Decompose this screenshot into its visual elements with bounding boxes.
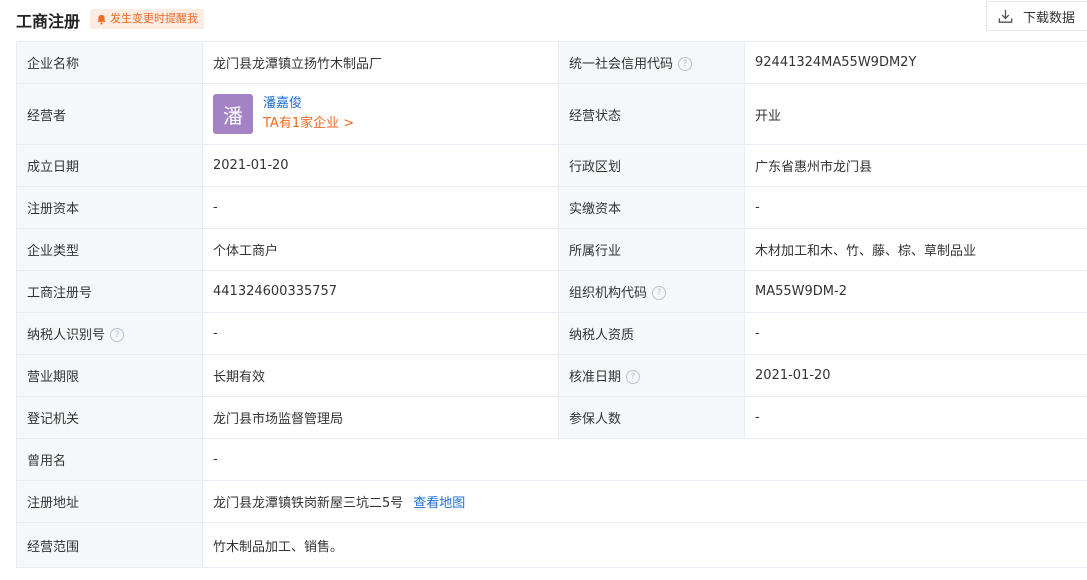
avatar[interactable]: 潘 — [213, 94, 253, 134]
value-registration-authority: 龙门县市场监督管理局 — [202, 396, 559, 439]
label-industry: 所属行业 — [558, 228, 745, 271]
label-approval-date: 核准日期? — [558, 354, 745, 397]
value-company-type: 个体工商户 — [202, 228, 559, 271]
label-operator: 经营者 — [16, 83, 203, 145]
value-company-name: 龙门县龙潭镇立扬竹木制品厂 — [202, 41, 559, 84]
label-company-type: 企业类型 — [16, 228, 203, 271]
table-row: 登记机关 龙门县市场监督管理局 参保人数 - — [16, 396, 1087, 439]
change-reminder-label: 发生变更时提醒我 — [110, 12, 198, 25]
value-operator: 潘 潘嘉俊 TA有1家企业 > — [202, 83, 559, 145]
registered-address-text: 龙门县龙潭镇铁岗新屋三坑二5号 — [213, 496, 404, 511]
label-credit-code-text: 统一社会信用代码 — [569, 57, 674, 72]
value-status: 开业 — [744, 83, 1087, 145]
label-credit-code: 统一社会信用代码? — [558, 41, 745, 84]
label-taxpayer-qualification: 纳税人资质 — [558, 312, 745, 355]
label-insured-count: 参保人数 — [558, 396, 745, 439]
label-registered-address: 注册地址 — [16, 480, 203, 523]
label-status: 经营状态 — [558, 83, 745, 145]
table-row: 企业名称 龙门县龙潭镇立扬竹木制品厂 统一社会信用代码? 92441324MA5… — [16, 41, 1087, 84]
value-former-name: - — [202, 438, 1087, 481]
registration-table: 企业名称 龙门县龙潭镇立扬竹木制品厂 统一社会信用代码? 92441324MA5… — [16, 41, 1087, 568]
label-org-code-text: 组织机构代码 — [569, 286, 648, 301]
table-row: 企业类型 个体工商户 所属行业 木材加工和木、竹、藤、棕、草制品业 — [16, 228, 1087, 271]
download-data-button[interactable]: 下载数据 — [986, 1, 1087, 31]
value-registered-capital: - — [202, 186, 559, 229]
help-icon[interactable]: ? — [110, 327, 125, 342]
label-registered-capital: 注册资本 — [16, 186, 203, 229]
operator-name-link[interactable]: 潘嘉俊 — [263, 94, 354, 114]
help-icon[interactable]: ? — [652, 285, 667, 300]
value-founded-date: 2021-01-20 — [202, 144, 559, 187]
help-icon[interactable]: ? — [678, 56, 693, 71]
label-former-name: 曾用名 — [16, 438, 203, 481]
change-reminder-button[interactable]: 发生变更时提醒我 — [90, 9, 204, 29]
label-paid-capital: 实缴资本 — [558, 186, 745, 229]
section-header: 工商注册 发生变更时提醒我 下载数据 — [0, 0, 1087, 38]
label-founded-date: 成立日期 — [16, 144, 203, 187]
table-row: 注册资本 - 实缴资本 - — [16, 186, 1087, 229]
bell-icon — [97, 14, 106, 24]
value-registered-address: 龙门县龙潭镇铁岗新屋三坑二5号 查看地图 — [202, 480, 1087, 523]
label-business-scope: 经营范围 — [16, 522, 203, 568]
download-icon — [998, 9, 1013, 23]
value-business-term: 长期有效 — [202, 354, 559, 397]
value-paid-capital: - — [744, 186, 1087, 229]
value-org-code: MA55W9DM-2 — [744, 270, 1087, 313]
table-row: 营业期限 长期有效 核准日期? 2021-01-20 — [16, 354, 1087, 397]
operator-info: 潘 潘嘉俊 TA有1家企业 > — [213, 94, 548, 134]
label-org-code: 组织机构代码? — [558, 270, 745, 313]
label-admin-region: 行政区划 — [558, 144, 745, 187]
table-row: 经营者 潘 潘嘉俊 TA有1家企业 > 经营状态 开业 — [16, 83, 1087, 145]
table-row: 纳税人识别号? - 纳税人资质 - — [16, 312, 1087, 355]
table-row: 注册地址 龙门县龙潭镇铁岗新屋三坑二5号 查看地图 — [16, 480, 1087, 523]
label-business-term: 营业期限 — [16, 354, 203, 397]
label-company-name: 企业名称 — [16, 41, 203, 84]
value-approval-date: 2021-01-20 — [744, 354, 1087, 397]
label-taxpayer-id: 纳税人识别号? — [16, 312, 203, 355]
label-taxpayer-id-text: 纳税人识别号 — [27, 328, 106, 343]
section-title: 工商注册 — [16, 12, 81, 31]
table-row: 曾用名 - — [16, 438, 1087, 481]
table-row: 成立日期 2021-01-20 行政区划 广东省惠州市龙门县 — [16, 144, 1087, 187]
table-row: 经营范围 竹木制品加工、销售。 — [16, 522, 1087, 568]
download-data-label: 下载数据 — [1023, 10, 1076, 26]
value-business-scope: 竹木制品加工、销售。 — [202, 522, 1087, 568]
label-registration-authority: 登记机关 — [16, 396, 203, 439]
value-admin-region: 广东省惠州市龙门县 — [744, 144, 1087, 187]
value-insured-count: - — [744, 396, 1087, 439]
operator-companies-link[interactable]: TA有1家企业 > — [263, 114, 354, 134]
value-taxpayer-id: - — [202, 312, 559, 355]
value-registration-number: 441324600335757 — [202, 270, 559, 313]
value-credit-code: 92441324MA55W9DM2Y — [744, 41, 1087, 84]
value-taxpayer-qualification: - — [744, 312, 1087, 355]
view-map-link[interactable]: 查看地图 — [413, 496, 465, 511]
help-icon[interactable]: ? — [626, 369, 641, 384]
table-row: 工商注册号 441324600335757 组织机构代码? MA55W9DM-2 — [16, 270, 1087, 313]
label-registration-number: 工商注册号 — [16, 270, 203, 313]
label-approval-date-text: 核准日期 — [569, 370, 622, 385]
value-industry: 木材加工和木、竹、藤、棕、草制品业 — [744, 228, 1087, 271]
